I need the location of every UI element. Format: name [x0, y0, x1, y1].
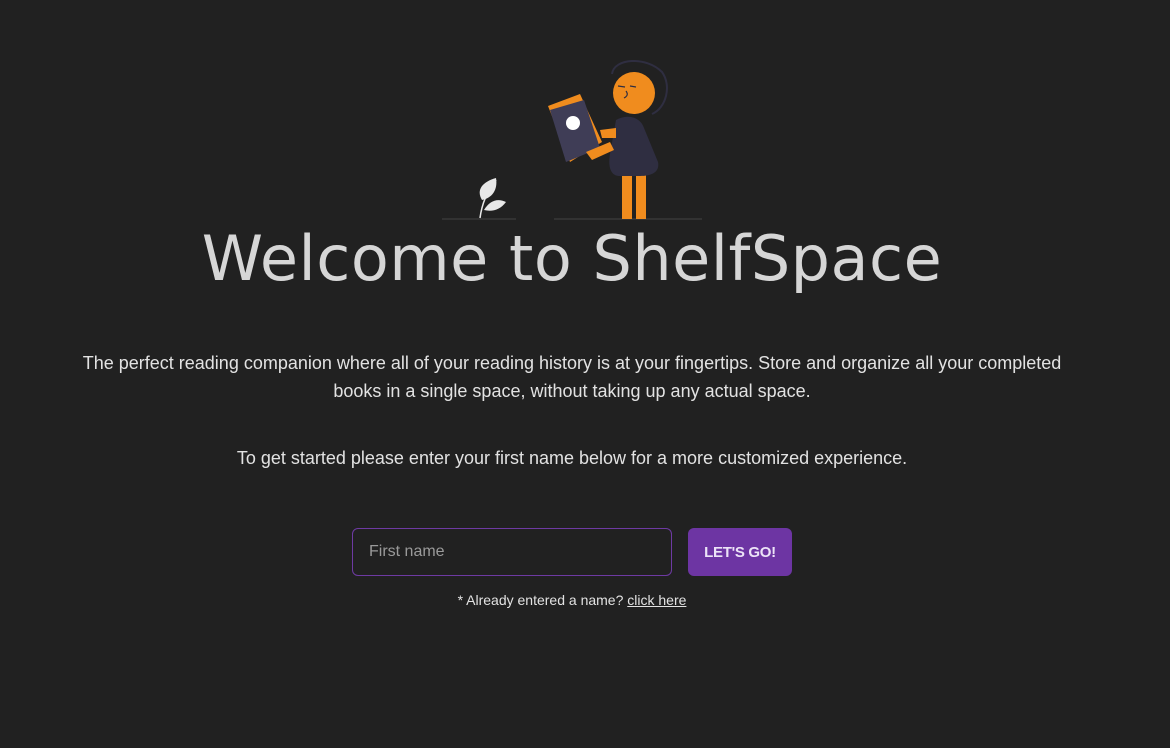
get-started-instructions: To get started please enter your first n…	[236, 448, 908, 468]
page-title: Welcome to ShelfSpace	[201, 222, 943, 295]
first-name-input[interactable]	[352, 528, 672, 576]
lets-go-button[interactable]: LET'S GO!	[688, 528, 792, 576]
existing-name-footnote: * Already entered a name? click here	[0, 592, 1144, 608]
click-here-link[interactable]: click here	[627, 592, 686, 608]
footnote-text: * Already entered a name?	[457, 592, 624, 608]
name-entry-form: LET'S GO!	[352, 528, 792, 576]
person-reading-book-illustration	[442, 59, 702, 220]
intro-paragraph: The perfect reading companion where all …	[82, 353, 1062, 401]
welcome-page: Welcome to ShelfSpace The perfect readin…	[0, 0, 1170, 748]
